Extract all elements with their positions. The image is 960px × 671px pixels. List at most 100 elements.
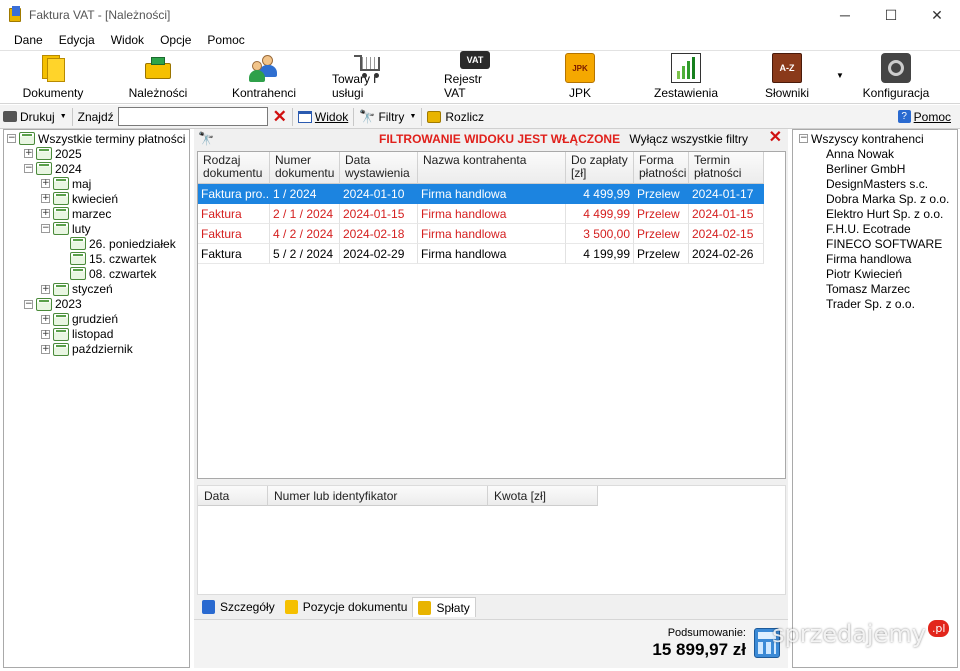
contractor-item[interactable]: Trader Sp. z o.o. — [826, 296, 915, 311]
table-row[interactable]: Faktura 2 / 1 / 2024 2024-01-15 Firma handl… — [198, 204, 764, 224]
ribbon-label: Rejestr VAT — [444, 72, 483, 100]
contractor-item[interactable]: DesignMasters s.c. — [826, 176, 928, 191]
tab-szczegoly[interactable]: Szczegóły — [197, 597, 280, 617]
disable-filters-close-icon[interactable]: ✕ — [769, 130, 782, 146]
ribbon-dokumenty-button[interactable]: Dokumenty — [22, 51, 84, 105]
ribbon-konfiguracja-button[interactable]: Konfiguracja — [860, 51, 932, 105]
ribbon-jpk-button[interactable]: JPK JPK — [555, 51, 605, 105]
contractor-item[interactable]: Piotr Kwiecień — [826, 266, 902, 281]
minimize-button[interactable]: ─ — [822, 0, 868, 30]
expand-icon[interactable]: + — [24, 149, 33, 159]
menu-widok[interactable]: Widok — [103, 33, 152, 47]
tree-node[interactable]: 08. czwartek — [58, 266, 156, 281]
collapse-icon[interactable]: − — [7, 134, 16, 143]
tree-node[interactable]: + kwiecień — [41, 191, 118, 206]
tree-node[interactable]: 26. poniedziałek — [58, 236, 176, 251]
collapse-icon[interactable]: − — [24, 164, 33, 174]
contractor-item[interactable]: Berliner GmbH — [826, 161, 905, 176]
payments-column-header[interactable]: Numer lub identyfikator — [268, 486, 488, 506]
tree-node-label: 15. czwartek — [89, 251, 157, 266]
calendar-folder-icon — [36, 147, 52, 161]
cell-amount: 4 199,99 — [566, 244, 634, 264]
documents-icon — [38, 53, 68, 83]
cell-type: Faktura pro... — [198, 184, 270, 204]
column-header-contractor[interactable]: Nazwa kontrahenta — [418, 152, 566, 184]
expand-icon[interactable]: + — [41, 284, 50, 294]
ribbon-kontrahenci-button[interactable]: Kontrahenci — [232, 51, 296, 105]
table-row[interactable]: Faktura pro... 1 / 2024 2024-01-10 Firma ha… — [198, 184, 764, 204]
payments-column-header[interactable]: Data — [198, 486, 268, 506]
tree-node[interactable]: + listopad — [41, 327, 113, 342]
filter-status: FILTROWANIE WIDOKU JEST WŁĄCZONE — [379, 132, 621, 146]
collapse-icon[interactable]: − — [24, 299, 33, 309]
expand-icon[interactable]: + — [41, 314, 50, 324]
collapse-icon[interactable]: − — [41, 224, 50, 234]
ribbon-slowniki-button[interactable]: A-Z Słowniki — [762, 51, 812, 105]
tab-pozycje[interactable]: Pozycje dokumentu — [279, 597, 413, 617]
payments-grid: Data Numer lub identyfikator Kwota [zł] — [197, 485, 786, 595]
expand-icon[interactable]: + — [41, 179, 50, 189]
expand-icon[interactable]: + — [41, 194, 50, 204]
expand-icon[interactable]: + — [41, 209, 50, 219]
contractors-root[interactable]: − Wszyscy kontrahenci — [799, 131, 924, 146]
menu-pomoc[interactable]: Pomoc — [199, 33, 252, 47]
table-row[interactable]: Faktura 5 / 2 / 2024 2024-02-29 Firma handl… — [198, 244, 764, 264]
tree-node[interactable]: − 2023 — [24, 297, 82, 312]
view-button[interactable]: Widok — [295, 106, 351, 128]
column-header-payment[interactable]: Forma płatności — [634, 152, 689, 184]
contractor-item[interactable]: Dobra Marka Sp. z o.o. — [826, 191, 949, 206]
column-header-amount[interactable]: Do zapłaty [zł] — [566, 152, 634, 184]
tree-node[interactable]: +2025 — [24, 146, 82, 161]
tree-node[interactable]: + styczeń — [41, 282, 113, 297]
column-header-type[interactable]: Rodzaj dokumentu — [198, 152, 270, 184]
menu-dane[interactable]: Dane — [6, 33, 51, 47]
documents-grid: Rodzaj dokumentu Numer dokumentu Data wyst… — [197, 151, 786, 479]
settle-button[interactable]: Rozlicz — [424, 106, 487, 128]
help-button[interactable]: ? Pomoc — [895, 106, 954, 128]
clear-search-icon[interactable]: ✕ — [270, 106, 290, 128]
tree-node[interactable]: + październik — [41, 342, 133, 357]
payments-column-header[interactable]: Kwota [zł] — [488, 486, 598, 506]
ribbon-rejestr-vat-button[interactable]: VAT Rejestr VAT — [444, 51, 506, 105]
tree-node[interactable]: − Wszystkie terminy płatności — [7, 131, 185, 146]
filters-button[interactable]: 🔭 Filtry ▼ — [356, 106, 419, 128]
menu-opcje[interactable]: Opcje — [152, 33, 199, 47]
calendar-folder-icon — [53, 312, 69, 326]
tree-node[interactable]: 15. czwartek — [58, 251, 156, 266]
print-button[interactable]: Drukuj ▼ — [0, 106, 70, 128]
tree-node[interactable]: + grudzień — [41, 312, 118, 327]
tree-node[interactable]: + marzec — [41, 206, 111, 221]
watermark-logo: sprzedajemy .pl — [772, 620, 950, 648]
search-input[interactable] — [117, 107, 268, 126]
collapse-icon[interactable]: − — [799, 134, 808, 143]
print-dropdown-icon[interactable]: ▼ — [60, 113, 67, 120]
ribbon-naleznosci-button[interactable]: Należności — [127, 51, 189, 105]
column-header-issued[interactable]: Data wystawienia — [340, 152, 418, 184]
contractor-item[interactable]: Firma handlowa — [826, 251, 911, 266]
contractor-item[interactable]: Elektro Hurt Sp. z o.o. — [826, 206, 943, 221]
disable-all-filters-button[interactable]: Wyłącz wszystkie filtry — [629, 132, 748, 146]
contractor-item[interactable]: F.H.U. Ecotrade — [826, 221, 911, 236]
table-row[interactable]: Faktura 4 / 2 / 2024 2024-02-18 Firma handl… — [198, 224, 764, 244]
contractor-item[interactable]: FINECO SOFTWARE — [826, 236, 942, 251]
close-button[interactable]: ✕ — [914, 0, 960, 30]
tab-splaty[interactable]: Spłaty — [412, 597, 476, 617]
tree-node[interactable]: + maj — [41, 176, 91, 191]
tree-node[interactable]: − luty — [41, 221, 91, 236]
maximize-button[interactable]: ☐ — [868, 0, 914, 30]
ribbon-zestawienia-button[interactable]: Zestawienia — [653, 51, 719, 105]
contractor-item[interactable]: Anna Nowak — [826, 146, 894, 161]
contractor-item[interactable]: Tomasz Marzec — [826, 281, 910, 296]
ribbon-towary-button[interactable]: Towary i usługi — [332, 51, 406, 105]
menu-edycja[interactable]: Edycja — [51, 33, 103, 47]
tree-node[interactable]: − 2024 — [24, 161, 82, 176]
contractors-icon — [249, 53, 279, 83]
ribbon-more-icon[interactable]: ▼ — [836, 71, 844, 80]
expand-icon[interactable]: + — [41, 344, 50, 354]
calendar-folder-icon — [53, 327, 69, 341]
tree-node-label: październik — [72, 342, 133, 357]
expand-icon[interactable]: + — [41, 329, 50, 339]
column-header-number[interactable]: Numer dokumentu — [270, 152, 340, 184]
column-header-due[interactable]: Termin płatności — [689, 152, 764, 184]
filters-dropdown-icon[interactable]: ▼ — [409, 113, 416, 120]
